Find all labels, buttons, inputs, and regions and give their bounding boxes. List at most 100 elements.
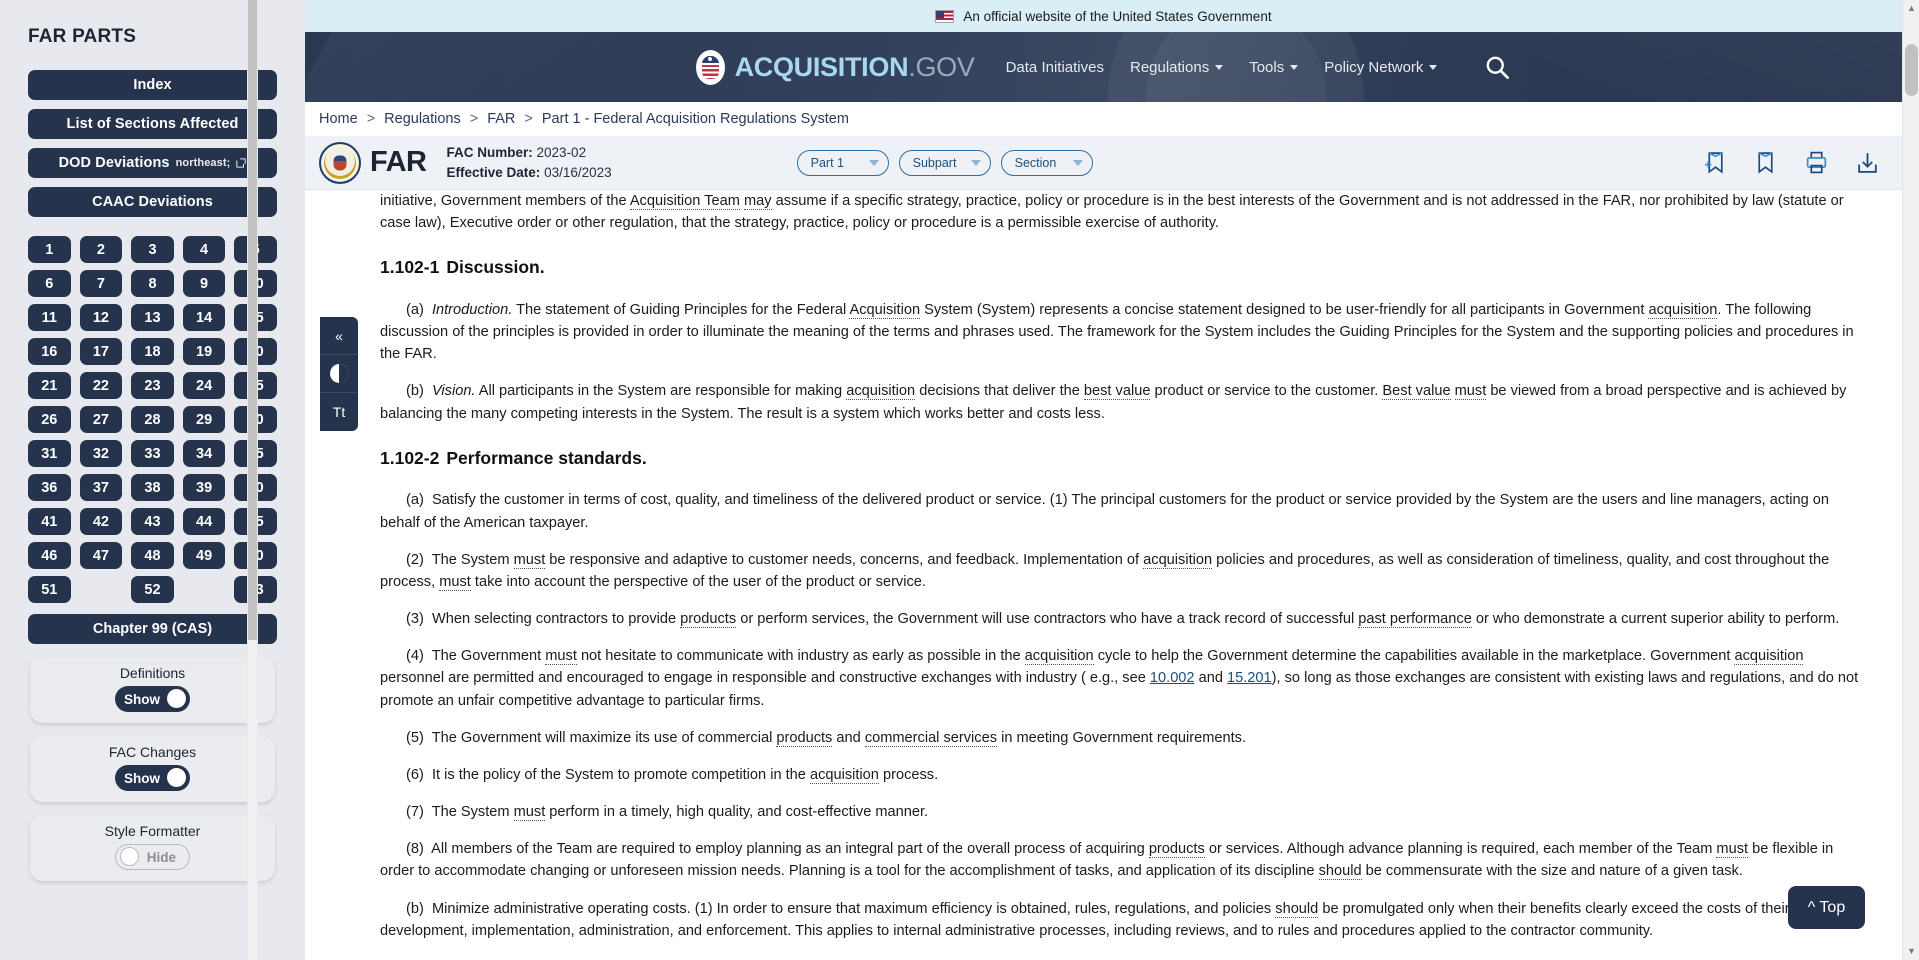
sidebar-button-dod-deviations[interactable]: DOD Deviations northeast; bbox=[28, 148, 277, 178]
defined-term[interactable]: must bbox=[1716, 841, 1749, 859]
part-cell-19[interactable]: 19 bbox=[182, 338, 226, 365]
definitions-toggle[interactable]: Show bbox=[115, 686, 190, 712]
part-cell-14[interactable]: 14 bbox=[182, 304, 226, 331]
add-bookmark-button[interactable] bbox=[1702, 150, 1727, 175]
sidebar-button-list-of-sections-affected[interactable]: List of Sections Affected bbox=[28, 109, 277, 139]
part-cell-13[interactable]: 13 bbox=[131, 304, 174, 331]
sidebar-button-chapter-99[interactable]: Chapter 99 (CAS) bbox=[28, 614, 277, 644]
document-content[interactable]: initiative, Government members of the Ac… bbox=[305, 190, 1902, 960]
part-cell-11[interactable]: 11 bbox=[28, 304, 71, 331]
part-cell-27[interactable]: 27 bbox=[79, 406, 123, 433]
text-size-button[interactable]: Tt bbox=[320, 393, 358, 431]
part-cell-39[interactable]: 39 bbox=[182, 474, 226, 501]
part-cell-42[interactable]: 42 bbox=[79, 508, 123, 535]
defined-term[interactable]: acquisition bbox=[1024, 648, 1094, 666]
defined-term[interactable]: Best value bbox=[1382, 383, 1451, 401]
part-cell-32[interactable]: 32 bbox=[79, 440, 123, 467]
defined-term[interactable]: must bbox=[513, 804, 546, 822]
defined-term[interactable]: acquisition bbox=[1648, 301, 1718, 319]
defined-term[interactable]: best value bbox=[1083, 383, 1151, 401]
part-cell-22[interactable]: 22 bbox=[79, 372, 123, 399]
defined-term[interactable]: past performance bbox=[1358, 611, 1472, 629]
defined-term[interactable]: acquisition bbox=[809, 766, 879, 784]
part-cell-8[interactable]: 8 bbox=[131, 270, 174, 297]
defined-term[interactable]: may bbox=[743, 193, 772, 210]
bookmark-button[interactable] bbox=[1753, 150, 1778, 175]
part-cell-33[interactable]: 33 bbox=[131, 440, 174, 467]
part-cell-44[interactable]: 44 bbox=[182, 508, 226, 535]
part-cell-2[interactable]: 2 bbox=[79, 236, 123, 263]
style-formatter-toggle[interactable]: Hide bbox=[115, 844, 190, 870]
defined-term[interactable]: must bbox=[439, 573, 471, 591]
defined-term[interactable]: commercial services bbox=[864, 729, 998, 747]
part-cell-49[interactable]: 49 bbox=[182, 542, 226, 569]
defined-term[interactable]: must bbox=[545, 648, 577, 666]
defined-term[interactable]: must bbox=[1454, 383, 1487, 401]
part-cell-4[interactable]: 4 bbox=[182, 236, 226, 263]
part-cell-31[interactable]: 31 bbox=[28, 440, 71, 467]
part-cell-34[interactable]: 34 bbox=[182, 440, 226, 467]
nav-item-data-initiatives[interactable]: Data Initiatives bbox=[993, 59, 1117, 76]
defined-term[interactable]: Acquisition bbox=[849, 301, 921, 319]
part-cell-38[interactable]: 38 bbox=[131, 474, 174, 501]
part-cell-3[interactable]: 3 bbox=[131, 236, 174, 263]
part-cell-23[interactable]: 23 bbox=[131, 372, 174, 399]
breadcrumb-item-regulations[interactable]: Regulations bbox=[384, 111, 461, 127]
scroll-up-arrow-icon[interactable]: ▲ bbox=[1903, 0, 1919, 17]
nav-item-tools[interactable]: Tools bbox=[1236, 59, 1311, 76]
part-cell-6[interactable]: 6 bbox=[28, 270, 71, 297]
page-scrollbar[interactable]: ▲ ▼ bbox=[1902, 0, 1919, 960]
section-select[interactable]: Section bbox=[1000, 149, 1093, 176]
breadcrumb-item-far[interactable]: FAR bbox=[487, 111, 515, 127]
search-button[interactable] bbox=[1484, 54, 1511, 81]
part-cell-29[interactable]: 29 bbox=[182, 406, 226, 433]
defined-term[interactable]: products bbox=[776, 729, 833, 747]
subpart-select[interactable]: Subpart bbox=[898, 149, 991, 176]
part-cell-1[interactable]: 1 bbox=[28, 236, 71, 263]
far-reference-link[interactable]: 10.002 bbox=[1150, 670, 1195, 686]
defined-term[interactable]: acquisition bbox=[1734, 648, 1804, 666]
defined-term[interactable]: acquisition bbox=[1143, 551, 1213, 569]
part-cell-17[interactable]: 17 bbox=[79, 338, 123, 365]
site-logo[interactable]: ACQUISITION.GOV bbox=[695, 49, 975, 85]
defined-term[interactable]: Acquisition Team bbox=[629, 193, 740, 210]
part-cell-46[interactable]: 46 bbox=[28, 542, 71, 569]
fac-changes-toggle[interactable]: Show bbox=[115, 765, 190, 791]
part-cell-9[interactable]: 9 bbox=[182, 270, 226, 297]
defined-term[interactable]: should bbox=[1275, 900, 1319, 918]
page-scrollbar-thumb[interactable] bbox=[1905, 44, 1918, 96]
part-cell-26[interactable]: 26 bbox=[28, 406, 71, 433]
defined-term[interactable]: products bbox=[1148, 841, 1205, 859]
part-cell-51[interactable]: 51 bbox=[28, 576, 71, 603]
breadcrumb-item-home[interactable]: Home bbox=[319, 111, 358, 127]
part-cell-52[interactable]: 52 bbox=[131, 576, 174, 603]
sidebar-scrollbar-thumb[interactable] bbox=[248, 0, 257, 640]
part-cell-48[interactable]: 48 bbox=[131, 542, 174, 569]
defined-term[interactable]: should bbox=[1318, 863, 1362, 881]
nav-item-regulations[interactable]: Regulations bbox=[1117, 59, 1236, 76]
sidebar-scrollbar[interactable] bbox=[247, 0, 258, 960]
far-reference-link[interactable]: 15.201 bbox=[1227, 670, 1272, 686]
part-cell-47[interactable]: 47 bbox=[79, 542, 123, 569]
sidebar-button-index[interactable]: Index bbox=[28, 70, 277, 100]
contrast-toggle-button[interactable] bbox=[320, 355, 358, 393]
back-to-top-button[interactable]: ^ Top bbox=[1788, 886, 1865, 929]
part-cell-43[interactable]: 43 bbox=[131, 508, 174, 535]
download-button[interactable] bbox=[1855, 150, 1880, 175]
defined-term[interactable]: products bbox=[680, 611, 737, 629]
part-cell-18[interactable]: 18 bbox=[131, 338, 174, 365]
nav-item-policy-network[interactable]: Policy Network bbox=[1311, 59, 1450, 76]
part-cell-36[interactable]: 36 bbox=[28, 474, 71, 501]
collapse-sidebar-button[interactable]: « bbox=[320, 317, 358, 355]
part-cell-21[interactable]: 21 bbox=[28, 372, 71, 399]
part-cell-37[interactable]: 37 bbox=[79, 474, 123, 501]
part-cell-41[interactable]: 41 bbox=[28, 508, 71, 535]
part-cell-7[interactable]: 7 bbox=[79, 270, 123, 297]
part-cell-16[interactable]: 16 bbox=[28, 338, 71, 365]
part-cell-12[interactable]: 12 bbox=[79, 304, 123, 331]
print-button[interactable] bbox=[1804, 150, 1829, 175]
defined-term[interactable]: must bbox=[513, 551, 546, 569]
part-cell-24[interactable]: 24 bbox=[182, 372, 226, 399]
sidebar-button-caac-deviations[interactable]: CAAC Deviations bbox=[28, 187, 277, 217]
defined-term[interactable]: acquisition bbox=[846, 383, 916, 401]
